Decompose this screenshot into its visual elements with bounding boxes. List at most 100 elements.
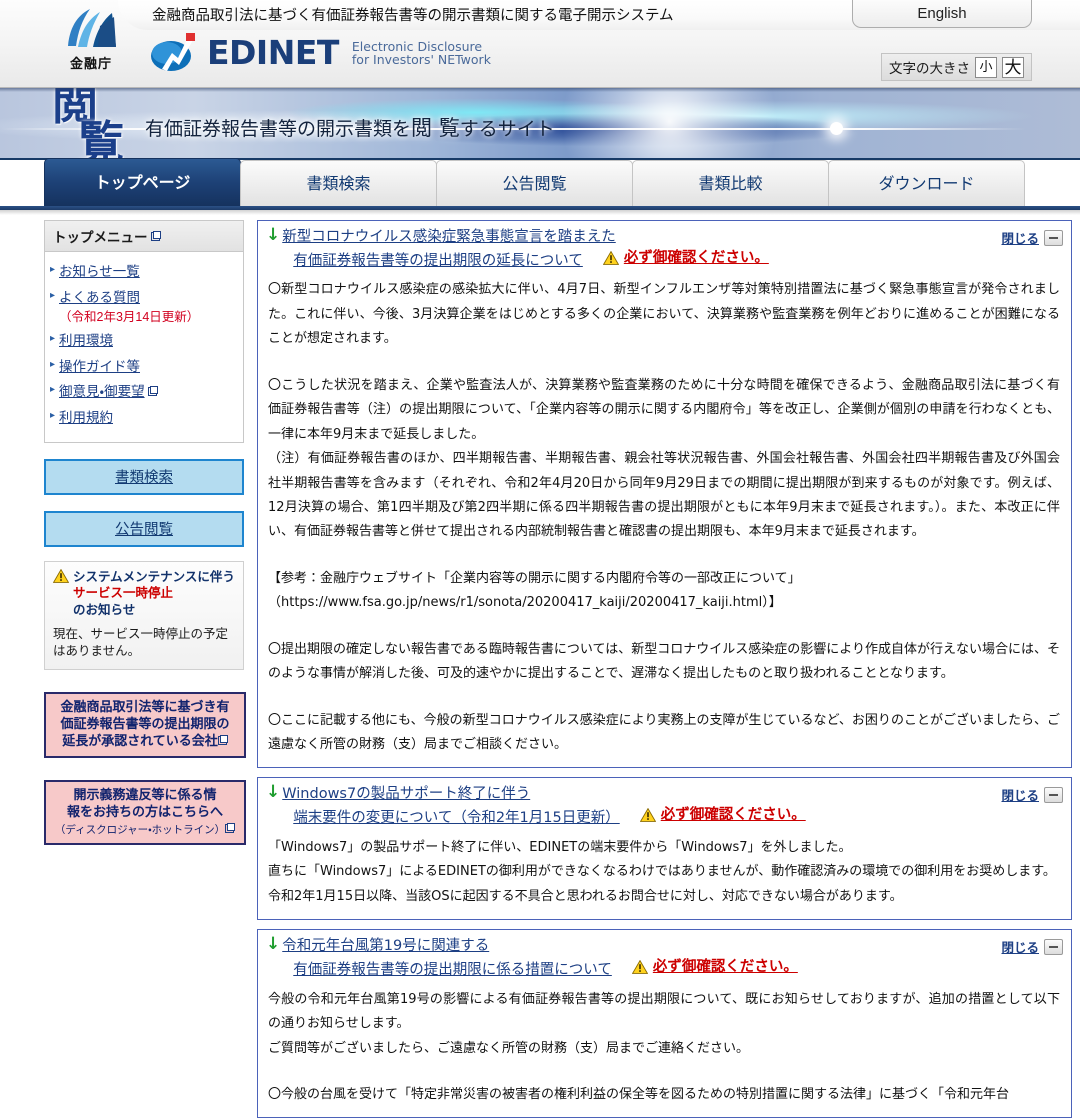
- maintenance-notice-title-text: システムメンテナンスに伴う サービス一時停止 のお知らせ: [73, 569, 235, 619]
- sidebar-item-feedback[interactable]: 御意見・御要望: [45, 380, 243, 406]
- announcement-title-line2[interactable]: 有価証券報告書等の提出期限の延長について: [293, 253, 583, 269]
- pink-button-2-line2: 報をお持ちの方はこちらへ: [66, 805, 223, 821]
- announcement-paragraph: ご質問等がございましたら、ご遠慮なく所管の財務（支）局までご連絡ください。: [268, 1040, 750, 1056]
- announcement-title-line1[interactable]: 令和元年台風第19号に関連する: [282, 936, 798, 957]
- announcement-warning-text[interactable]: 必ず御確認ください。: [624, 248, 769, 269]
- collapse-icon[interactable]: [1044, 938, 1063, 955]
- pink-button-2-subtitle: （ディスクロジャー・ホットライン）: [51, 823, 239, 837]
- announcement-warning[interactable]: 必ず御確認ください。: [639, 805, 806, 826]
- arrow-down-icon: ↓: [266, 782, 281, 803]
- main-content: ↓ 新型コロナウイルス感染症緊急事態宣言を踏まえた 有価証券報告書等の提出期限の…: [253, 212, 1080, 1119]
- announcement-panel-typhoon: ↓ 令和元年台風第19号に関連する 有価証券報告書等の提出期限に係る措置について…: [257, 929, 1072, 1119]
- panel-close-label[interactable]: 閉じる: [1001, 228, 1039, 247]
- maintenance-notice-title: システムメンテナンスに伴う サービス一時停止 のお知らせ: [53, 568, 235, 619]
- system-title: 金融商品取引法に基づく有価証券報告書等の開示書類に関する電子開示システム: [152, 8, 674, 24]
- sidebar-item-faq[interactable]: よくある質問 （令和2年3月14日更新）: [45, 286, 243, 330]
- top-menu-box: トップメニュー お知らせ一覧 よくある質問 （令和2年3月14日更新） 利用環境: [44, 220, 244, 443]
- announcement-panel-windows7: ↓ Windows7の製品サポート終了に伴う 端末要件の変更について（令和2年1…: [257, 777, 1072, 921]
- warning-triangle-icon: [602, 250, 619, 265]
- pink-button-1-line2: 価証券報告書等の提出期限の: [60, 716, 230, 732]
- main-navigation: トップページ 書類検索 公告閲覧 書類比較 ダウンロード: [0, 158, 1080, 215]
- sidebar-button-document-search[interactable]: 書類検索: [44, 458, 244, 495]
- announcement-warning[interactable]: 必ず御確認ください。: [602, 248, 769, 269]
- maintenance-title-line1: システムメンテナンスに伴う: [73, 569, 235, 584]
- sidebar-link-feedback[interactable]: 御意見・御要望: [59, 384, 145, 400]
- sidebar-item-news[interactable]: お知らせ一覧: [45, 260, 243, 286]
- announcement-title-row: ↓ Windows7の製品サポート終了に伴う 端末要件の変更について（令和2年1…: [266, 784, 1061, 828]
- banner-subtitle: 有価証券報告書等の開示書類を閲 覧するサイト: [145, 112, 555, 142]
- announcement-paragraph-note: （注）有価証券報告書のほか、四半期報告書、半期報告書、親会社等状況報告書、外国会…: [268, 451, 1060, 540]
- panel-close-label[interactable]: 閉じる: [1001, 937, 1039, 956]
- banner-subtitle-pre: 有価証券報告書等の開示書類を: [145, 118, 412, 140]
- announcement-title-line1[interactable]: 新型コロナウイルス感染症緊急事態宣言を踏まえた: [282, 227, 769, 248]
- warning-triangle-icon: [631, 960, 648, 974]
- maintenance-title-line2: サービス一時停止: [73, 586, 174, 600]
- sidebar-link-guide[interactable]: 操作ガイド等: [59, 359, 140, 375]
- announcement-warning-text[interactable]: 必ず御確認ください。: [653, 957, 798, 978]
- tab-document-compare[interactable]: 書類比較: [632, 160, 829, 206]
- announcement-panel-windows7-body: 「Windows7」の製品サポート終了に伴い、EDINETの端末要件から「Win…: [258, 834, 1071, 919]
- pink-button-1-line3: 延長が承認されている会社: [51, 734, 239, 751]
- sidebar-item-environment[interactable]: 利用環境: [45, 329, 243, 355]
- warning-triangle-icon: [53, 568, 69, 583]
- sidebar-link-environment[interactable]: 利用環境: [59, 333, 113, 349]
- sidebar-faq-update-note: （令和2年3月14日更新）: [59, 310, 200, 325]
- english-language-tab[interactable]: English: [852, 0, 1032, 28]
- sidebar-button-public-notice[interactable]: 公告閲覧: [44, 510, 244, 547]
- font-size-large-button[interactable]: 大: [1002, 56, 1024, 78]
- pink-button-2-line1: 開示義務違反等に係る情: [73, 788, 217, 804]
- announcement-paragraph: 令和2年1月15日以降、当該OSに起因する不具合と思われるお問合せに対し、対応で…: [268, 888, 903, 904]
- announcement-reference-title: 【参考：金融庁ウェブサイト「企業内容等の開示に関する内閣府令等の一部改正について…: [268, 570, 801, 586]
- announcement-title-line2[interactable]: 端末要件の変更について（令和2年1月15日更新）: [293, 810, 619, 826]
- warning-triangle-icon: [639, 808, 656, 823]
- sidebar-link-news[interactable]: お知らせ一覧: [59, 264, 140, 280]
- sidebar-item-terms[interactable]: 利用規約: [45, 406, 243, 432]
- tab-top-page[interactable]: トップページ: [44, 158, 241, 206]
- arrow-down-icon: ↓: [266, 934, 281, 955]
- panel-close-control[interactable]: 閉じる: [1001, 228, 1063, 247]
- sidebar-link-faq[interactable]: よくある質問: [59, 290, 140, 306]
- collapse-icon[interactable]: [1044, 786, 1063, 803]
- tab-download[interactable]: ダウンロード: [828, 160, 1025, 206]
- announcement-title-line2[interactable]: 有価証券報告書等の提出期限に係る措置について: [293, 962, 612, 978]
- announcement-warning-text[interactable]: 必ず御確認ください。: [661, 805, 806, 826]
- pink-button-disclosure-hotline[interactable]: 開示義務違反等に係る情 報をお持ちの方はこちらへ （ディスクロジャー・ホットライ…: [44, 780, 246, 846]
- sidebar-item-guide[interactable]: 操作ガイド等: [45, 355, 243, 381]
- fsa-logo: 金融庁: [56, 6, 126, 80]
- arrow-down-icon: ↓: [266, 225, 281, 245]
- edinet-wordmark: EDINET: [207, 32, 339, 72]
- announcement-title-row: ↓ 令和元年台風第19号に関連する 有価証券報告書等の提出期限に係る措置について…: [266, 934, 1061, 980]
- top-menu-header: トップメニュー: [45, 221, 243, 252]
- tab-public-notice[interactable]: 公告閲覧: [436, 160, 633, 206]
- panel-close-control[interactable]: 閉じる: [1001, 937, 1063, 956]
- collapse-icon[interactable]: [1044, 229, 1063, 246]
- font-size-small-button[interactable]: 小: [975, 56, 997, 78]
- panel-close-control[interactable]: 閉じる: [1001, 785, 1063, 804]
- top-header: 金融庁 金融商品取引法に基づく有価証券報告書等の開示書類に関する電子開示システム…: [0, 0, 1080, 88]
- announcement-paragraph: 〇今般の台風を受けて「特定非常災害の被害者の権利利益の保全等を図るための特別措置…: [268, 1086, 1010, 1102]
- panel-close-label[interactable]: 閉じる: [1001, 785, 1039, 804]
- sidebar-link-terms[interactable]: 利用規約: [59, 410, 113, 426]
- edinet-logo[interactable]: EDINET Electronic Disclosure for Investo…: [150, 31, 491, 73]
- announcement-panel-typhoon-header: ↓ 令和元年台風第19号に関連する 有価証券報告書等の提出期限に係る措置について…: [258, 930, 1071, 985]
- announcement-warning[interactable]: 必ず御確認ください。: [631, 957, 798, 978]
- tab-document-search[interactable]: 書類検索: [240, 160, 437, 206]
- external-link-icon: [217, 734, 228, 745]
- announcement-paragraph: 〇提出期限の確定しない報告書である臨時報告書については、新型コロナウイルス感染症…: [268, 641, 1060, 682]
- pink-button-extension-approved-companies[interactable]: 金融商品取引法等に基づき有 価証券報告書等の提出期限の 延長が承認されている会社: [44, 691, 246, 759]
- announcement-title-row: ↓ 新型コロナウイルス感染症緊急事態宣言を踏まえた 有価証券報告書等の提出期限の…: [266, 225, 1061, 271]
- maintenance-notice-body: 現在、サービス一時停止の予定はありません。: [53, 627, 229, 658]
- fsa-emblem-icon: [68, 9, 116, 47]
- announcement-title-line1[interactable]: Windows7の製品サポート終了に伴う: [282, 784, 805, 805]
- edinet-tagline-line1: Electronic Disclosure: [351, 38, 483, 54]
- sidebar-button-document-search-label: 書類検索: [115, 470, 173, 486]
- edinet-tagline-line2: for Investors' NETwork: [351, 52, 491, 67]
- announcement-title: 新型コロナウイルス感染症緊急事態宣言を踏まえた 有価証券報告書等の提出期限の延長…: [282, 227, 769, 271]
- announcement-panel-windows7-header: ↓ Windows7の製品サポート終了に伴う 端末要件の変更について（令和2年1…: [258, 778, 1071, 833]
- banner-subtitle-post: するサイト: [459, 118, 555, 140]
- announcement-reference-url: （https://www.fsa.go.jp/news/r1/sonota/20…: [268, 595, 782, 611]
